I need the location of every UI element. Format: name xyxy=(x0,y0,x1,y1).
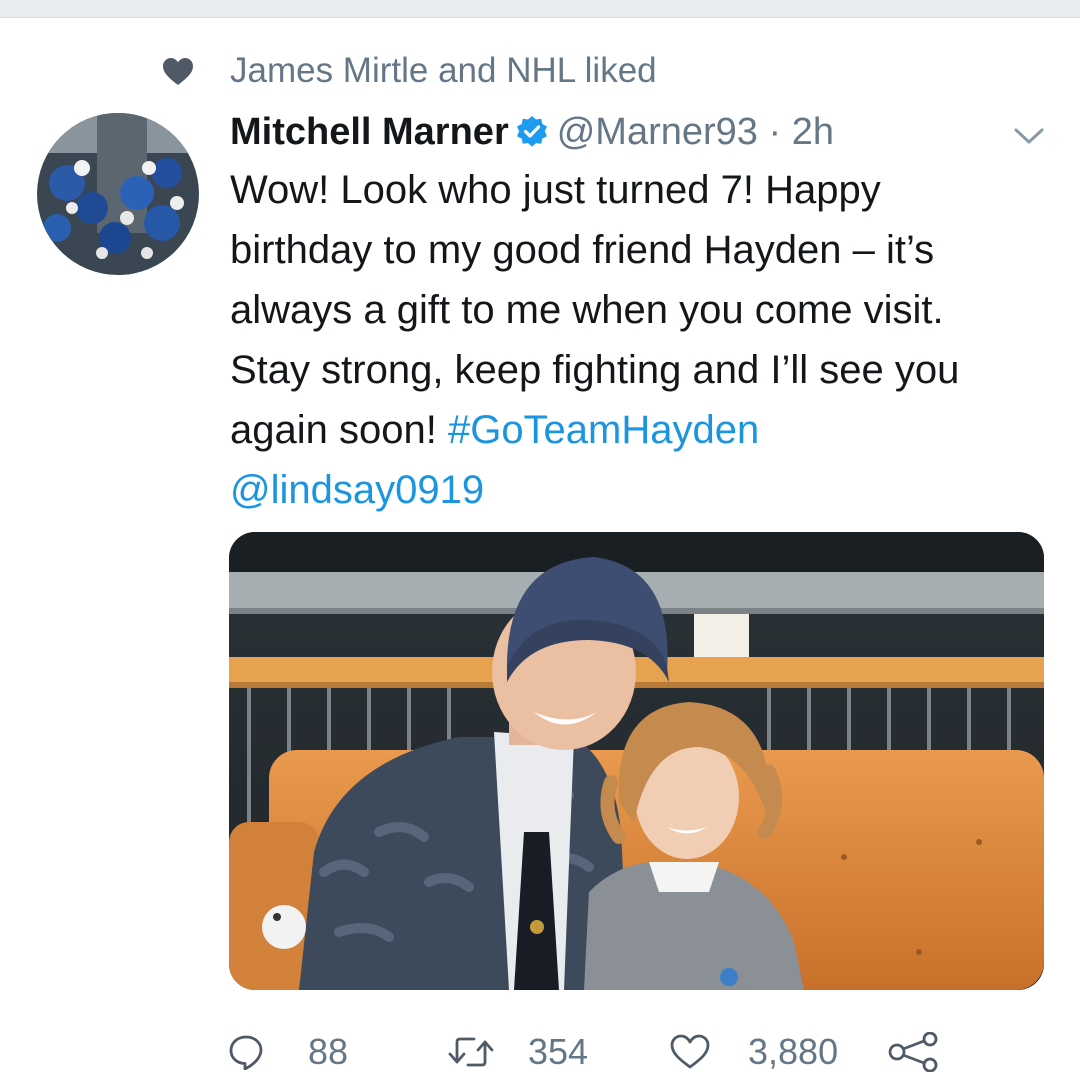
avatar-image xyxy=(37,113,199,275)
retweet-count: 354 xyxy=(528,1031,589,1072)
heart-icon xyxy=(163,58,193,85)
author-handle[interactable]: @Marner93 xyxy=(557,111,758,153)
chevron-down-icon[interactable] xyxy=(1012,124,1046,148)
tweet-text-segment: again soon! xyxy=(230,408,448,452)
tweet-photo[interactable] xyxy=(229,532,1044,990)
separator-dot: · xyxy=(768,111,782,153)
tweet-text-line: birthday to my good friend Hayden – it’s xyxy=(230,228,935,272)
tweet-text-line: Wow! Look who just turned 7! Happy xyxy=(230,168,881,212)
tweet-header: Mitchell Marner @Marner93 · 2h xyxy=(230,108,834,156)
author-name[interactable]: Mitchell Marner xyxy=(230,111,509,153)
like-button[interactable]: 3,880 xyxy=(670,1022,850,1082)
tweet-text-line: again soon! #GoTeamHayden xyxy=(230,400,1060,460)
top-strip xyxy=(0,0,1080,17)
reply-count: 88 xyxy=(308,1031,349,1072)
tweet-text-line: Stay strong, keep fighting and I’ll see … xyxy=(230,348,960,392)
reply-button[interactable]: 88 xyxy=(228,1022,358,1082)
social-context-text: James Mirtle and NHL liked xyxy=(230,51,657,90)
photo-image xyxy=(229,532,1044,990)
divider xyxy=(0,17,1080,18)
tweet-text: Wow! Look who just turned 7! Happy birth… xyxy=(230,160,1060,520)
action-bar: 88 354 3,880 xyxy=(0,1022,1080,1082)
avatar[interactable] xyxy=(37,113,199,275)
heart-outline-icon xyxy=(670,1034,710,1069)
reply-icon xyxy=(229,1035,263,1070)
share-button[interactable] xyxy=(888,1022,944,1082)
verified-badge-icon xyxy=(516,116,547,147)
tweet-time[interactable]: 2h xyxy=(792,111,834,153)
hashtag-link[interactable]: #GoTeamHayden xyxy=(448,408,759,452)
retweet-icon xyxy=(448,1037,494,1067)
mention-link[interactable]: @lindsay0919 xyxy=(230,468,484,512)
tweet-text-line: always a gift to me when you come visit. xyxy=(230,288,944,332)
tweet-text-line: @lindsay0919 xyxy=(230,460,1060,520)
retweet-button[interactable]: 354 xyxy=(448,1022,598,1082)
share-icon xyxy=(888,1032,938,1072)
like-count: 3,880 xyxy=(748,1031,839,1072)
